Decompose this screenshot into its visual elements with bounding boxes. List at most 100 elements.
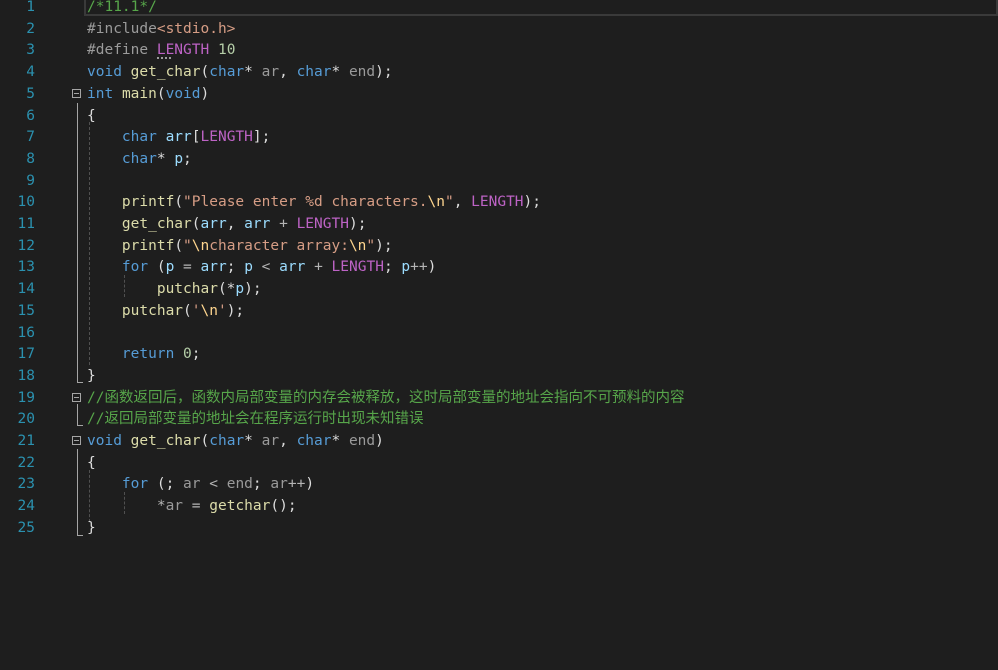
code-token: ar (261, 433, 280, 449)
line-code[interactable]: #include<stdio.h> (87, 19, 235, 41)
code-line[interactable]: 19 //函数返回后，函数内局部变量的内存会被释放，这时局部变量的地址会指向不可预… (0, 388, 998, 410)
code-token: \n (191, 237, 210, 254)
code-token: return (121, 346, 175, 363)
collapse-icon[interactable] (72, 436, 81, 445)
code-line[interactable]: 11 get_char(arr, arr + LENGTH); (0, 214, 998, 236)
code-token: ' (191, 302, 201, 319)
code-token: * (331, 64, 349, 81)
code-line[interactable]: 2 #include<stdio.h> (0, 19, 998, 41)
line-number: 9 (26, 172, 35, 189)
line-number: 7 (26, 129, 35, 146)
code-line[interactable]: 9 (0, 171, 998, 193)
code-token: < (252, 259, 280, 276)
line-code[interactable]: { (87, 453, 96, 475)
code-token: ( (191, 216, 201, 232)
line-code[interactable]: //函数返回后，函数内局部变量的内存会被释放，这时局部变量的地址会指向不可预料的… (87, 388, 684, 410)
code-line[interactable]: 20 //返回局部变量的地址会在程序运行时出现未知错误 (0, 409, 998, 431)
code-line[interactable]: 25} (0, 518, 998, 540)
line-code[interactable]: { (87, 106, 96, 128)
line-code[interactable]: putchar('\n'); (87, 301, 244, 323)
code-token: char (296, 64, 332, 81)
code-token: ( (183, 302, 192, 319)
line-code[interactable]: char* p; (87, 149, 192, 171)
code-line[interactable]: 7 char arr[LENGTH]; (0, 127, 998, 149)
code-editor[interactable]: 1 /*11.1*/ 2 #include<stdio.h> 3 #define LENG… (0, 0, 998, 670)
code-token: \n (200, 302, 218, 319)
code-token: , (279, 433, 297, 449)
code-line[interactable]: 1 /*11.1*/ (0, 0, 998, 19)
code-line[interactable]: 5 int main(void) (0, 84, 998, 106)
line-code[interactable]: char arr[LENGTH]; (87, 127, 270, 149)
code-token: " (444, 194, 454, 211)
line-code[interactable]: printf("Please enter %d characters.\n", … (87, 192, 541, 214)
code-token: void (87, 64, 122, 81)
code-line[interactable]: 8 char* p; (0, 149, 998, 171)
code-token: ar (183, 476, 201, 493)
macro-underline (156, 57, 171, 60)
code-line[interactable]: 24 *ar = getchar(); (0, 496, 998, 518)
code-line[interactable]: 16 (0, 323, 998, 345)
line-code[interactable]: int main(void) (87, 84, 209, 106)
code-token: ) (200, 85, 210, 102)
line-code[interactable]: *ar = getchar(); (87, 496, 297, 518)
code-line[interactable]: 15 putchar('\n'); (0, 301, 998, 323)
code-line[interactable]: 3 #define LENGTH 10 (0, 40, 998, 62)
code-token: ' (217, 302, 227, 319)
code-token: int (87, 85, 114, 102)
line-code[interactable]: #define LENGTH 10 (87, 40, 235, 62)
code-token: get_char (121, 216, 192, 232)
code-line[interactable]: 4 void get_char(char* ar, char* end); (0, 62, 998, 84)
code-token: + (270, 216, 297, 232)
line-code[interactable]: for (p = arr; p < arr + LENGTH; p++) (87, 257, 436, 279)
code-token: p (235, 281, 245, 298)
code-token: #include (87, 20, 157, 37)
line-number: 18 (17, 367, 35, 384)
line-code[interactable]: } (87, 518, 96, 540)
code-token: ) (305, 476, 315, 493)
code-line[interactable]: 23 for (; ar < end; ar++) (0, 474, 998, 496)
line-code[interactable]: putchar(*p); (87, 279, 262, 301)
line-code[interactable]: return 0; (87, 344, 201, 366)
code-token: void (87, 433, 122, 449)
code-token: get_char (130, 433, 201, 449)
code-line[interactable]: 14 putchar(*p); (0, 279, 998, 301)
code-line[interactable]: 12 printf("\ncharacter array:\n"); (0, 236, 998, 258)
code-token: char (209, 433, 245, 449)
code-line[interactable]: 21 void get_char(char* ar, char* end) (0, 431, 998, 453)
code-token: ); (348, 216, 367, 232)
code-line[interactable]: 10 printf("Please enter %d characters.\n… (0, 192, 998, 214)
code-token: ( (174, 194, 184, 211)
line-code[interactable]: printf("\ncharacter array:\n"); (87, 236, 393, 258)
code-line[interactable]: 17 return 0; (0, 344, 998, 366)
code-line[interactable]: 13 for (p = arr; p < arr + LENGTH; p++) (0, 257, 998, 279)
code-token: char (121, 150, 157, 167)
line-number: 12 (17, 237, 35, 254)
line-code[interactable]: } (87, 366, 96, 388)
code-token: arr (200, 216, 227, 232)
code-token: ) (375, 433, 384, 449)
code-token: end (348, 433, 376, 449)
line-code[interactable]: void get_char(char* ar, char* end); (87, 62, 393, 84)
line-code[interactable]: for (; ar < end; ar++) (87, 474, 314, 496)
code-token: ( (148, 259, 166, 276)
line-code[interactable]: //返回局部变量的地址会在程序运行时出现未知错误 (87, 409, 423, 431)
code-line[interactable]: 6{ (0, 106, 998, 128)
line-number: 6 (26, 107, 35, 124)
code-token: ++ (410, 259, 428, 276)
code-line[interactable]: 22 { (0, 453, 998, 475)
code-line[interactable]: 18} (0, 366, 998, 388)
code-token: printf (121, 194, 175, 211)
line-code[interactable]: /*11.1*/ (87, 0, 157, 19)
collapse-icon[interactable] (72, 88, 81, 98)
line-code[interactable]: void get_char(char* ar, char* end) (87, 431, 384, 453)
collapse-icon[interactable] (72, 392, 81, 402)
line-code[interactable]: get_char(arr, arr + LENGTH); (87, 214, 367, 236)
